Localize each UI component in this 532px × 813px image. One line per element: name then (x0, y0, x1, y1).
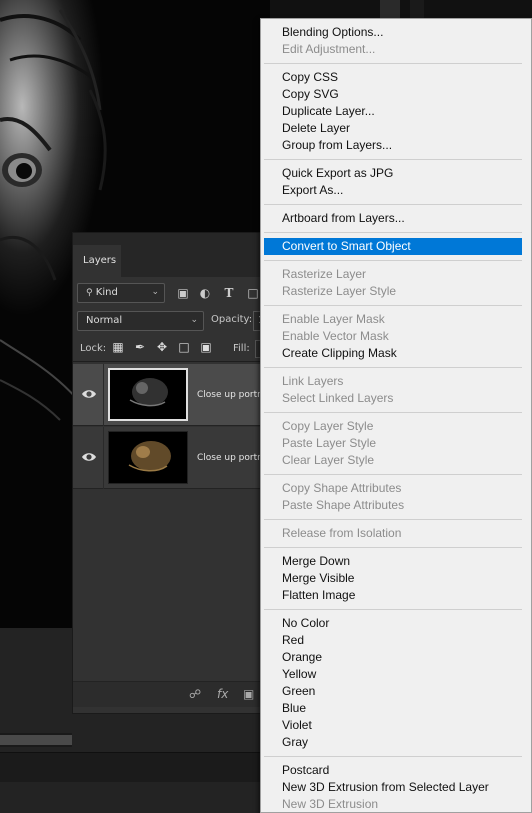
link-icon[interactable]: ☍ (189, 687, 201, 701)
divider (73, 361, 273, 362)
mask-icon[interactable]: ▣ (243, 687, 254, 701)
tab-layers[interactable]: Layers (73, 245, 121, 277)
menu-item-delete-layer[interactable]: Delete Layer (264, 120, 522, 137)
menu-item-yellow[interactable]: Yellow (264, 666, 522, 683)
menu-item-select-linked-layers: Select Linked Layers (282, 391, 394, 405)
menu-item-copy-shape-attributes: Copy Shape Attributes (282, 481, 402, 495)
menu-item-orange[interactable]: Orange (264, 649, 522, 666)
image-filter-icon[interactable]: ▣ (175, 285, 191, 301)
eye-icon[interactable] (81, 387, 97, 401)
menu-separator (264, 547, 522, 548)
menu-separator (264, 260, 522, 261)
menu-item-gray[interactable]: Gray (264, 734, 522, 751)
menu-separator (264, 756, 522, 757)
menu-separator (264, 474, 522, 475)
menu-item-flatten-image[interactable]: Flatten Image (264, 587, 522, 604)
menu-item-no-color[interactable]: No Color (264, 615, 522, 632)
layer-thumbnail-image (109, 432, 187, 483)
menu-item-copy-layer-style: Copy Layer Style (282, 419, 374, 433)
context-menu: Blending Options... Edit Adjustment... Cop… (260, 18, 532, 813)
menu-item-postcard[interactable]: Postcard (264, 762, 522, 779)
menu-item-red[interactable]: Red (264, 632, 522, 649)
menu-item-new-3d-extrusion-from-selected-layer[interactable]: New 3D Extrusion from Selected Layer (264, 779, 522, 796)
layer-row[interactable]: Close up portr (73, 427, 273, 489)
menu-item-export-as[interactable]: Export As... (264, 182, 522, 199)
kind-filter-label: Kind (95, 287, 118, 298)
adjustment-filter-icon[interactable]: ◐ (197, 285, 213, 301)
menu-separator (264, 412, 522, 413)
menu-separator (264, 63, 522, 64)
type-filter-icon[interactable]: T (221, 285, 237, 301)
menu-item-blue[interactable]: Blue (264, 700, 522, 717)
menu-separator (264, 609, 522, 610)
menu-item-paste-shape-attributes: Paste Shape Attributes (282, 498, 405, 512)
menu-item-link-layers: Link Layers (282, 374, 344, 388)
chevron-down-icon: ⌄ (190, 315, 198, 325)
fill-label: Fill: (233, 343, 250, 354)
menu-item-green[interactable]: Green (264, 683, 522, 700)
eye-icon[interactable] (81, 450, 97, 464)
menu-separator (264, 519, 522, 520)
menu-separator (264, 159, 522, 160)
shape-filter-icon[interactable]: □ (245, 285, 261, 301)
menu-item-clear-layer-style: Clear Layer Style (282, 453, 375, 467)
menu-item-merge-visible[interactable]: Merge Visible (264, 570, 522, 587)
chevron-down-icon: ⌄ (151, 287, 159, 297)
layer-thumbnail[interactable] (108, 431, 188, 484)
menu-item-rasterize-layer-style: Rasterize Layer Style (282, 284, 397, 298)
menu-item-artboard-from-layers[interactable]: Artboard from Layers... (264, 210, 522, 227)
menu-separator (264, 204, 522, 205)
lock-image-pixels-icon[interactable]: ✒ (133, 340, 147, 354)
fx-icon[interactable]: fx (217, 687, 228, 701)
panel-tab-bar: Layers (73, 233, 273, 277)
menu-item-release-from-isolation: Release from Isolation (282, 526, 402, 540)
opacity-label: Opacity: (211, 314, 253, 325)
menu-item-violet[interactable]: Violet (264, 717, 522, 734)
menu-item-edit-adjustment: Edit Adjustment... (282, 42, 376, 56)
blend-mode-select[interactable]: Normal ⌄ (77, 311, 204, 331)
menu-item-new-3d-extrusion: New 3D Extrusion (282, 797, 379, 811)
menu-item-convert-to-smart-object[interactable]: Convert to Smart Object (264, 238, 522, 255)
layer-name[interactable]: Close up portr (197, 390, 261, 400)
menu-separator (264, 367, 522, 368)
divider (103, 364, 104, 426)
menu-separator (264, 232, 522, 233)
search-icon: ⚲ (86, 288, 93, 298)
menu-item-enable-layer-mask: Enable Layer Mask (282, 312, 385, 326)
menu-separator (264, 305, 522, 306)
divider (103, 427, 104, 489)
kind-filter-select[interactable]: ⚲ Kind ⌄ (77, 283, 165, 303)
lock-artboard-icon[interactable]: □ (177, 340, 191, 354)
layer-name[interactable]: Close up portr (197, 453, 261, 463)
menu-item-rasterize-layer: Rasterize Layer (282, 267, 367, 281)
menu-item-blending-options[interactable]: Blending Options... (264, 24, 522, 41)
lock-label: Lock: (80, 343, 107, 354)
menu-item-copy-svg[interactable]: Copy SVG (264, 86, 522, 103)
layer-thumbnail-image (110, 370, 186, 419)
lock-transparent-pixels-icon[interactable]: ▦ (111, 340, 125, 354)
menu-item-quick-export-as-jpg[interactable]: Quick Export as JPG (264, 165, 522, 182)
menu-item-duplicate-layer[interactable]: Duplicate Layer... (264, 103, 522, 120)
menu-item-create-clipping-mask[interactable]: Create Clipping Mask (264, 345, 522, 362)
blend-mode-label: Normal (86, 315, 123, 326)
photoshop-workspace: Layers ⚲ Kind ⌄ ▣ ◐ T □ Normal ⌄ Opacity… (0, 0, 532, 813)
lock-position-icon[interactable]: ✥ (155, 340, 169, 354)
layers-panel: Layers ⚲ Kind ⌄ ▣ ◐ T □ Normal ⌄ Opacity… (72, 232, 273, 714)
menu-item-paste-layer-style: Paste Layer Style (282, 436, 377, 450)
menu-item-group-from-layers[interactable]: Group from Layers... (264, 137, 522, 154)
layer-row[interactable]: Close up portr (73, 364, 273, 426)
menu-item-merge-down[interactable]: Merge Down (264, 553, 522, 570)
menu-item-enable-vector-mask: Enable Vector Mask (282, 329, 389, 343)
lock-all-icon[interactable]: ▣ (199, 340, 213, 354)
layers-footer: ☍ fx ▣ (73, 681, 273, 707)
horizontal-scrollbar-thumb[interactable] (0, 735, 72, 745)
layer-thumbnail[interactable] (108, 368, 188, 421)
menu-item-copy-css[interactable]: Copy CSS (264, 69, 522, 86)
